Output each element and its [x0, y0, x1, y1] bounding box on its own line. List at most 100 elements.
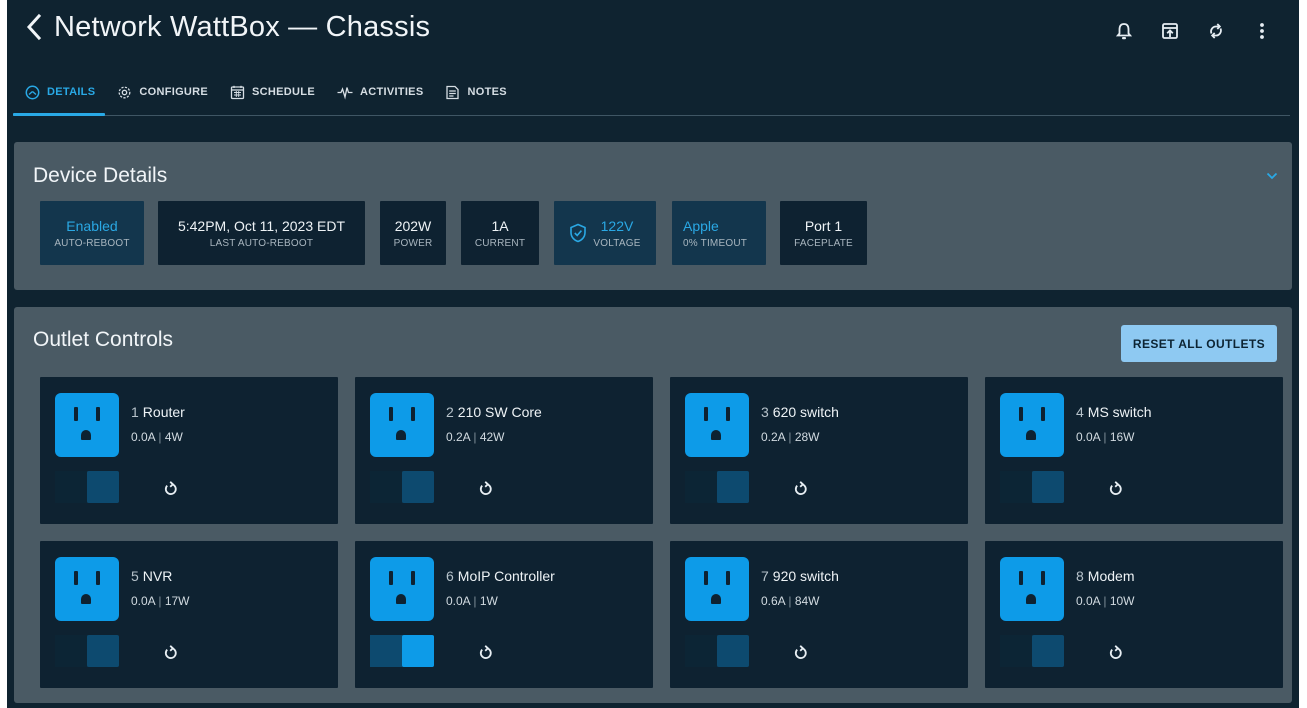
collapse-button[interactable] [1262, 166, 1282, 186]
outlet-number: 1 [131, 404, 139, 420]
tab-activities[interactable]: ACTIVITIES [325, 72, 434, 112]
stat-power: 202W POWER [380, 201, 446, 265]
outlet-power-toggle[interactable] [1000, 635, 1064, 667]
tab-bar: DETAILS CONFIGURE SCHEDULE ACTIVITIES NO… [13, 72, 1290, 116]
tab-schedule[interactable]: SCHEDULE [218, 72, 325, 112]
outlet-icon [685, 557, 749, 621]
outlet-power-toggle[interactable] [370, 635, 434, 667]
outlet-icon [55, 557, 119, 621]
power-cycle-icon [164, 644, 177, 659]
device-details-title: Device Details [33, 164, 168, 187]
outlet-label: MoIP Controller [457, 568, 555, 584]
outlet-reboot-button[interactable] [475, 477, 497, 499]
outlet-power-toggle[interactable] [1000, 471, 1064, 503]
outlet-name: 5 NVR [131, 568, 172, 584]
stat-label: FACEPLATE [794, 237, 853, 249]
outlet-number: 3 [761, 404, 769, 420]
outlet-name: 7 920 switch [761, 568, 839, 584]
header: Network WattBox — Chassis [7, 0, 1299, 60]
outlet-power-toggle[interactable] [370, 471, 434, 503]
notifications-button[interactable] [1101, 16, 1147, 46]
stat-auto-reboot: Enabled AUTO-REBOOT [40, 201, 144, 265]
tab-notes-label: NOTES [467, 86, 507, 98]
tab-details[interactable]: DETAILS [13, 72, 106, 116]
outlet-readings: 0.2A | 28W [761, 430, 820, 444]
outlet-number: 7 [761, 568, 769, 584]
stat-label: LAST AUTO-REBOOT [209, 237, 314, 249]
stat-value: 5:42PM, Oct 11, 2023 EDT [177, 217, 346, 234]
outlet-reboot-button[interactable] [160, 641, 182, 663]
outlet-reboot-button[interactable] [160, 477, 182, 499]
power-cycle-icon [164, 480, 177, 495]
more-menu-button[interactable] [1239, 16, 1285, 46]
stat-value: 1A [491, 217, 509, 234]
outlet-icon [1000, 557, 1064, 621]
outlet-controls-panel: Outlet Controls RESET ALL OUTLETS 1 Route… [14, 307, 1292, 703]
outlet-label: Router [142, 404, 185, 420]
pulse-icon [337, 86, 353, 100]
power-cycle-icon [794, 644, 807, 659]
stat-last-auto-reboot: 5:42PM, Oct 11, 2023 EDT LAST AUTO-REBOO… [158, 201, 365, 265]
outlet-reboot-button[interactable] [1105, 641, 1127, 663]
tab-details-label: DETAILS [47, 86, 96, 98]
stat-label: CURRENT [474, 237, 526, 249]
outlet-readings: 0.0A | 10W [1076, 594, 1135, 608]
outlet-icon [685, 393, 749, 457]
outlet-icon [370, 393, 434, 457]
outlet-readings: 0.0A | 17W [131, 594, 190, 608]
stat-value: Enabled [66, 217, 118, 234]
outlet-reboot-button[interactable] [1105, 477, 1127, 499]
tab-notes[interactable]: NOTES [433, 72, 516, 112]
tab-schedule-label: SCHEDULE [252, 86, 315, 98]
gauge-icon [25, 85, 40, 99]
calendar-icon [230, 85, 245, 99]
more-vertical-icon [1260, 23, 1264, 39]
outlet-watts: 84W [794, 594, 820, 608]
power-cycle-icon [1109, 644, 1122, 659]
page-title: Network WattBox — Chassis [54, 11, 431, 43]
power-cycle-icon [479, 644, 492, 659]
stat-label: 0% TIMEOUT [683, 237, 748, 249]
outlet-watts: 10W [1109, 594, 1135, 608]
outlet-reboot-button[interactable] [790, 641, 812, 663]
outlet-label: MS switch [1087, 404, 1152, 420]
outlet-card: 5 NVR 0.0A | 17W [40, 541, 338, 688]
outlet-name: 6 MoIP Controller [446, 568, 555, 584]
outlet-icon [55, 393, 119, 457]
chevron-left-icon [26, 13, 42, 41]
outlet-power-toggle[interactable] [685, 635, 749, 667]
outlet-name: 8 Modem [1076, 568, 1134, 584]
outlet-power-toggle[interactable] [685, 471, 749, 503]
outlet-card: 7 920 switch 0.6A | 84W [670, 541, 968, 688]
outlet-readings: 0.6A | 84W [761, 594, 820, 608]
outlet-number: 4 [1076, 404, 1084, 420]
open-in-app-icon [1162, 23, 1178, 39]
stat-current: 1A CURRENT [461, 201, 539, 265]
tab-configure[interactable]: CONFIGURE [105, 72, 218, 112]
outlet-readings: 0.0A | 4W [131, 430, 183, 444]
outlet-power-toggle[interactable] [55, 471, 119, 503]
outlet-amps: 0.0A [1076, 594, 1101, 608]
outlet-reboot-button[interactable] [475, 641, 497, 663]
open-in-app-button[interactable] [1147, 16, 1193, 46]
outlet-watts: 42W [479, 430, 505, 444]
refresh-button[interactable] [1193, 16, 1239, 46]
outlet-readings: 0.2A | 42W [446, 430, 505, 444]
reset-all-outlets-button[interactable]: RESET ALL OUTLETS [1121, 325, 1277, 362]
outlet-watts: 16W [1109, 430, 1135, 444]
outlet-card: 6 MoIP Controller 0.0A | 1W [355, 541, 653, 688]
stat-timeout: Apple 0% TIMEOUT [672, 201, 766, 265]
outlet-label: 210 SW Core [457, 404, 542, 420]
back-button[interactable] [21, 10, 47, 44]
outlet-amps: 0.2A [446, 430, 471, 444]
outlet-reboot-button[interactable] [790, 477, 812, 499]
voltage-text: 122V VOLTAGE [593, 218, 640, 249]
stat-label: VOLTAGE [593, 237, 641, 249]
stat-value: 202W [394, 217, 432, 234]
outlet-readings: 0.0A | 16W [1076, 430, 1135, 444]
chevron-down-icon [1266, 172, 1278, 180]
outlet-watts: 28W [794, 430, 820, 444]
outlet-name: 2 210 SW Core [446, 404, 542, 420]
power-cycle-icon [479, 480, 492, 495]
outlet-power-toggle[interactable] [55, 635, 119, 667]
